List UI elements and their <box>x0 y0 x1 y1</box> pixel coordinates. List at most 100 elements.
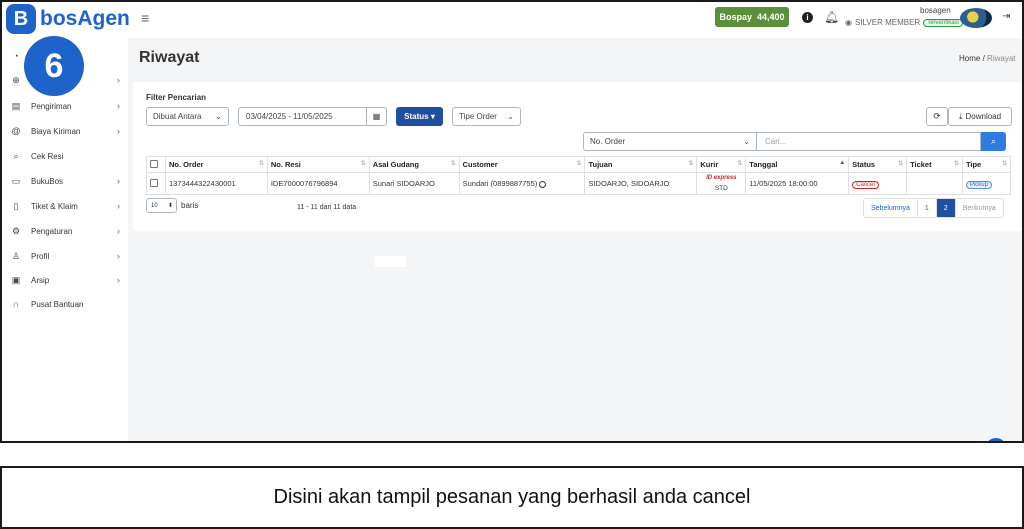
column-header[interactable]: No. Resi ⇅ <box>266 156 370 173</box>
type-badge: Pickup <box>965 181 992 189</box>
order-type-select[interactable]: Tipe Order ⌄ <box>452 107 521 126</box>
column-header[interactable]: Tanggal ▲ <box>745 156 850 173</box>
chat-fab-button[interactable] <box>985 438 1007 441</box>
caption-text: Disini akan tampil pesanan yang berhasil… <box>273 486 751 508</box>
chevron-right-icon: › <box>117 226 120 236</box>
chevron-right-icon: › <box>117 251 120 261</box>
search-icon: ⌕ <box>990 136 997 146</box>
customer-cell: Sundari (0899887755) <box>458 172 586 195</box>
document-icon: ▤ <box>11 100 21 111</box>
user-name: bosagen <box>920 6 951 15</box>
chevron-down-icon: ⌄ <box>507 112 514 121</box>
rows-per-page-label: baris <box>181 201 199 210</box>
sort-icon: ⇅ <box>898 161 904 167</box>
chevron-right-icon: › <box>117 101 120 111</box>
bospay-amount: 44,400 <box>756 12 785 22</box>
row-checkbox[interactable] <box>146 172 166 195</box>
search-button[interactable]: ⌕ <box>981 132 1006 151</box>
courier-cell: ID express STD <box>696 172 747 195</box>
verified-badge: Terverifikasi <box>923 18 963 27</box>
sidebar-item-arsip[interactable]: ▣ Arsip › <box>10 270 120 290</box>
column-header[interactable]: Asal Gudang ⇅ <box>368 156 460 173</box>
archive-icon: ▣ <box>11 274 21 285</box>
page-button-1[interactable]: 1 <box>916 199 936 217</box>
status-badge: Cancel <box>852 181 879 189</box>
sidebar-item-biaya-kiriman[interactable]: @ Biaya Kiriman › <box>10 121 120 141</box>
bospay-label: Bospay <box>719 12 752 22</box>
next-page-button[interactable]: Berikutnya <box>954 199 1003 217</box>
date-type-select[interactable]: Dibuat Antara ⌄ <box>146 107 229 126</box>
breadcrumb-separator: / <box>982 54 985 63</box>
courier-service: STD <box>714 185 728 192</box>
download-icon: ⤓ <box>958 111 963 121</box>
hamburger-icon[interactable]: ≡ <box>141 10 149 26</box>
calendar-icon[interactable]: ▦ <box>366 108 386 125</box>
chevron-right-icon: › <box>117 176 120 186</box>
breadcrumb: Home / Riwayat <box>959 54 1016 63</box>
sidebar-item-cek-resi[interactable]: ⌕ Cek Resi <box>10 146 120 166</box>
status-filter-button[interactable]: Status ▾ <box>396 107 443 126</box>
sidebar-item-label: Arsip <box>31 275 50 285</box>
app-screenshot-frame: B bosAgen ≡ Bospay 44,400 i 🔔︎ bosagen ◉… <box>0 0 1024 443</box>
rows-per-page-select[interactable]: 10 ⬍ <box>146 198 177 213</box>
pagination-info: 11 - 11 dari 11 data <box>297 204 357 211</box>
sidebar-item-tiket-klaim[interactable]: ▯ Tiket & Klaim › <box>10 196 120 216</box>
sidebar-item-label: BukuBos <box>31 176 64 186</box>
member-status: ◉ SILVER MEMBER Terverifikasi <box>845 18 963 27</box>
search-icon: ⌕ <box>13 150 19 161</box>
sidebar-item-label: Cek Resi <box>31 151 64 161</box>
warehouse-cell: Sunari SIDOARJO <box>368 172 460 195</box>
page-button-2[interactable]: 2 <box>935 199 955 217</box>
select-all-checkbox[interactable] <box>146 156 166 173</box>
sidebar-item-bukubos[interactable]: ▭ BukuBos › <box>10 171 120 191</box>
date-cell: 11/05/2025 18:00:00 <box>745 172 850 195</box>
type-cell: Pickup <box>961 172 1012 195</box>
logo-mark: B <box>6 4 36 34</box>
previous-page-button[interactable]: Sebelumnya <box>864 199 917 217</box>
bell-icon[interactable]: 🔔︎ <box>824 10 839 24</box>
at-icon: @ <box>11 126 21 136</box>
pagination: Sebelumnya 1 2 Berikutnya <box>863 198 1004 218</box>
ticket-icon: ▯ <box>13 200 19 211</box>
logout-icon[interactable]: ⇥ <box>1002 11 1010 22</box>
breadcrumb-current: Riwayat <box>987 54 1016 63</box>
orders-table: No. Order ⇅ No. Resi ⇅ Asal Gudang ⇅ Custom… <box>146 156 1012 195</box>
brand-logo[interactable]: B bosAgen <box>6 4 130 34</box>
download-button[interactable]: ⤓ Download <box>948 107 1012 126</box>
tutorial-caption: Disini akan tampil pesanan yang berhasil… <box>0 466 1024 529</box>
sidebar-item-pusat-bantuan[interactable]: ∩ Pusat Bantuan <box>10 294 120 314</box>
sidebar-item-pengaturan[interactable]: ⚙ Pengaturan › <box>10 221 120 241</box>
order-number-link[interactable]: 1373444322430001 <box>164 172 268 195</box>
whatsapp-icon[interactable] <box>539 180 547 188</box>
refresh-button[interactable]: ⟳ <box>926 107 948 126</box>
destination-cell: SIDOARJO, SIDOARJO <box>584 172 698 195</box>
avatar[interactable] <box>960 8 992 28</box>
sidebar-item-label: Pusat Bantuan <box>31 299 84 309</box>
column-header[interactable]: Status ⇅ <box>848 156 908 173</box>
sidebar-item-label: Tiket & Klaim <box>31 201 78 211</box>
chevron-down-icon: ⌄ <box>215 112 222 121</box>
sort-icon: ⇅ <box>737 161 743 167</box>
bospay-balance-button[interactable]: Bospay 44,400 <box>715 7 789 27</box>
status-cell: Cancel <box>848 172 908 195</box>
breadcrumb-home[interactable]: Home <box>959 54 980 63</box>
date-range-input[interactable]: 03/04/2025 - 11/05/2025 ▦ <box>238 107 387 126</box>
search-input[interactable]: Cari... <box>757 132 981 151</box>
column-header[interactable]: Kurir ⇅ <box>696 156 747 173</box>
chevron-down-icon: ⌄ <box>743 137 750 146</box>
column-header[interactable]: Tujuan ⇅ <box>584 156 698 173</box>
column-header[interactable]: No. Order ⇅ <box>164 156 268 173</box>
sidebar-item-profil[interactable]: ♙ Profil › <box>10 246 120 266</box>
chevron-right-icon: › <box>117 201 120 211</box>
column-header[interactable]: Customer ⇅ <box>458 156 586 173</box>
chevron-right-icon: › <box>117 75 120 85</box>
column-header[interactable]: Tipe ⇅ <box>961 156 1012 173</box>
search-field-select[interactable]: No. Order ⌄ <box>583 132 757 151</box>
sort-icon: ⇅ <box>953 161 959 167</box>
info-icon[interactable]: i <box>802 12 813 23</box>
column-header[interactable]: Ticket ⇅ <box>906 156 963 173</box>
sidebar-item-pengiriman[interactable]: ▤ Pengiriman › <box>10 96 120 116</box>
updown-icon: ⬍ <box>167 203 173 209</box>
top-bar: B bosAgen ≡ Bospay 44,400 i 🔔︎ bosagen ◉… <box>2 2 1022 38</box>
card-icon: ▭ <box>11 175 21 186</box>
